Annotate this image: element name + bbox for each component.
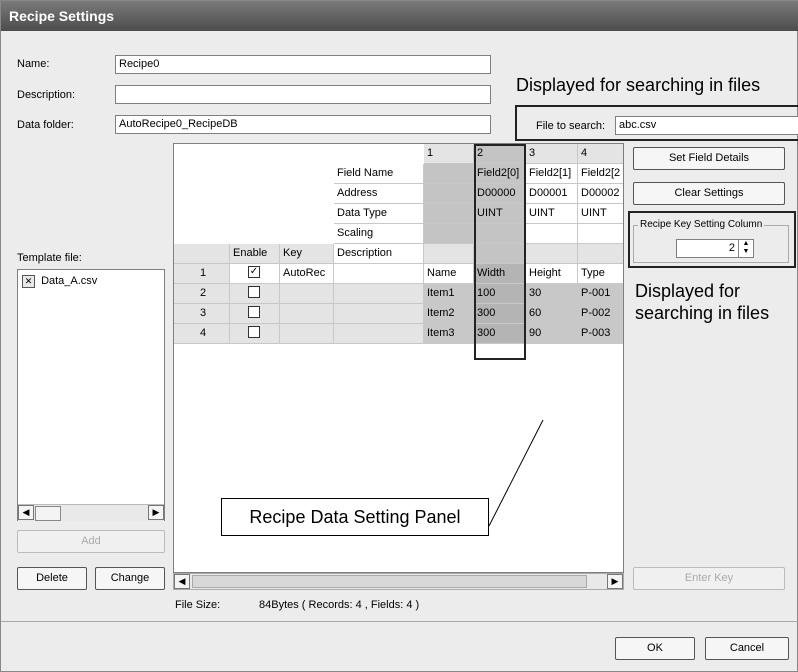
enable-checkbox[interactable]: [248, 286, 260, 299]
address-cell[interactable]: D00002: [578, 184, 623, 204]
table-cell[interactable]: P-001: [578, 284, 623, 304]
col-number-4[interactable]: 4: [578, 144, 623, 164]
key-setting-label: Recipe Key Setting Column: [638, 219, 765, 230]
scroll-left-icon[interactable]: ◀: [174, 574, 190, 589]
header-label: Data Type: [334, 204, 424, 224]
row-number-header: [174, 244, 230, 264]
table-cell[interactable]: Item2: [424, 304, 474, 324]
window-title: Recipe Settings: [1, 1, 798, 31]
table-cell[interactable]: Type: [578, 264, 623, 284]
address-cell[interactable]: D00001: [526, 184, 578, 204]
field-name-cell[interactable]: [424, 164, 474, 184]
row-number: 3: [174, 304, 230, 324]
file-size-label: File Size:: [175, 599, 221, 611]
enable-cell[interactable]: [230, 324, 280, 344]
set-field-details-button[interactable]: Set Field Details: [633, 147, 785, 170]
list-hscrollbar[interactable]: ◀ ▶: [18, 504, 164, 521]
table-cell[interactable]: P-002: [578, 304, 623, 324]
enable-header: Enable: [230, 244, 280, 264]
desc-cell: [526, 244, 578, 264]
desc-cell[interactable]: [334, 304, 424, 324]
scroll-right-icon[interactable]: ▶: [148, 505, 164, 520]
divider: [1, 621, 798, 622]
key-cell[interactable]: [280, 284, 334, 304]
description-label: Description:: [17, 89, 76, 101]
cancel-button[interactable]: Cancel: [705, 637, 789, 660]
annotation-right: Displayed for searching in files: [635, 281, 770, 323]
table-cell[interactable]: Name: [424, 264, 474, 284]
scaling-cell[interactable]: [424, 224, 474, 244]
scroll-thumb[interactable]: [192, 575, 587, 588]
template-file-label: Template file:: [17, 252, 82, 264]
scaling-cell[interactable]: [526, 224, 578, 244]
scroll-left-icon[interactable]: ◀: [18, 505, 34, 520]
scroll-thumb[interactable]: [35, 506, 61, 521]
callout-line: [488, 419, 544, 527]
desc-cell: [578, 244, 623, 264]
header-label: Field Name: [334, 164, 424, 184]
table-cell[interactable]: Height: [526, 264, 578, 284]
desc-cell[interactable]: [334, 264, 424, 284]
enable-checkbox[interactable]: ✓: [248, 266, 260, 279]
recipe-settings-window: Recipe Settings Name: Recipe0 Descriptio…: [0, 0, 798, 672]
desc-cell: [424, 244, 474, 264]
grid-hscrollbar[interactable]: ◀ ▶: [173, 573, 624, 590]
header-label: Address: [334, 184, 424, 204]
table-cell[interactable]: Item3: [424, 324, 474, 344]
annotation-top: Displayed for searching in files: [516, 75, 761, 95]
table-cell[interactable]: 60: [526, 304, 578, 324]
key-cell[interactable]: [280, 324, 334, 344]
desc-cell[interactable]: [334, 324, 424, 344]
enable-checkbox[interactable]: [248, 306, 260, 319]
data-type-cell[interactable]: UINT: [578, 204, 623, 224]
header-label: Scaling: [334, 224, 424, 244]
file-to-search-label: File to search:: [536, 120, 606, 132]
enter-key-button[interactable]: Enter Key: [633, 567, 785, 590]
enable-cell[interactable]: [230, 284, 280, 304]
header-label: Description: [334, 244, 424, 264]
template-file-list[interactable]: ✕ Data_A.csv ◀ ▶: [17, 269, 165, 521]
key-header: Key: [280, 244, 334, 264]
data-folder-field[interactable]: AutoRecipe0_RecipeDB: [115, 115, 491, 134]
enable-checkbox[interactable]: [248, 326, 260, 339]
enable-cell[interactable]: ✓: [230, 264, 280, 284]
description-field[interactable]: [115, 85, 491, 104]
table-cell[interactable]: 30: [526, 284, 578, 304]
list-item[interactable]: ✕ Data_A.csv: [22, 275, 97, 288]
data-type-cell[interactable]: [424, 204, 474, 224]
file-size-value: 84Bytes ( Records: 4 , Fields: 4 ): [259, 599, 420, 611]
panel-annotation: Recipe Data Setting Panel: [221, 498, 489, 536]
address-cell[interactable]: [424, 184, 474, 204]
data-type-cell[interactable]: UINT: [526, 204, 578, 224]
field-name-cell[interactable]: Field2[2: [578, 164, 623, 184]
key-cell[interactable]: [280, 304, 334, 324]
row-number: 2: [174, 284, 230, 304]
scaling-cell[interactable]: [578, 224, 623, 244]
row-number: 1: [174, 264, 230, 284]
add-button[interactable]: Add: [17, 530, 165, 553]
table-cell[interactable]: P-003: [578, 324, 623, 344]
field-name-cell[interactable]: Field2[1]: [526, 164, 578, 184]
ok-button[interactable]: OK: [615, 637, 695, 660]
template-file-name: Data_A.csv: [41, 275, 98, 288]
clear-settings-button[interactable]: Clear Settings: [633, 182, 785, 205]
col-number-1[interactable]: 1: [424, 144, 474, 164]
file-to-search-field[interactable]: abc.csv: [615, 116, 798, 135]
spinner-arrows-icon[interactable]: ▲ ▼: [738, 240, 753, 257]
table-cell[interactable]: 90: [526, 324, 578, 344]
row-number: 4: [174, 324, 230, 344]
name-label: Name:: [17, 58, 50, 70]
enable-cell[interactable]: [230, 304, 280, 324]
name-field[interactable]: Recipe0: [115, 55, 491, 74]
excel-file-icon: ✕: [22, 275, 35, 288]
change-button[interactable]: Change: [95, 567, 165, 590]
key-cell[interactable]: AutoRec: [280, 264, 334, 284]
desc-cell[interactable]: [334, 284, 424, 304]
data-folder-label: Data folder:: [17, 119, 74, 131]
scroll-right-icon[interactable]: ▶: [607, 574, 623, 589]
col-number-3[interactable]: 3: [526, 144, 578, 164]
key-column-highlight: [474, 144, 526, 360]
table-cell[interactable]: Item1: [424, 284, 474, 304]
delete-button[interactable]: Delete: [17, 567, 87, 590]
